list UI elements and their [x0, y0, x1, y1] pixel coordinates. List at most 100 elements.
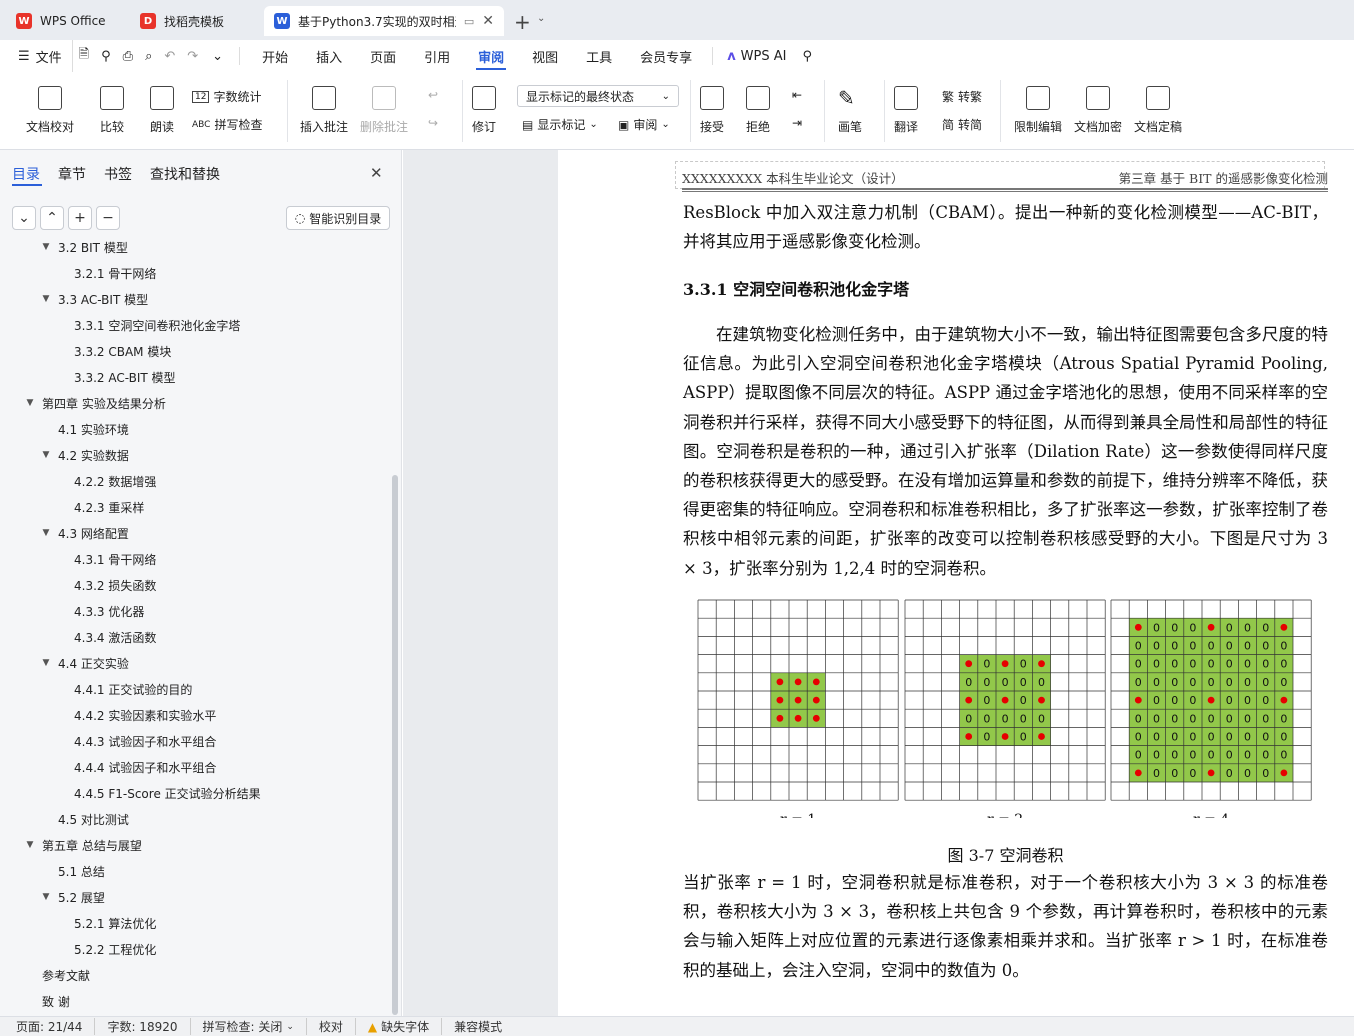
missing-font-status[interactable]: ▲ 缺失字体 [354, 1018, 441, 1035]
collapse-down-icon[interactable]: ⌄ [12, 206, 36, 230]
export-icon[interactable]: ⚲ [95, 40, 117, 72]
menu-tools[interactable]: 工具 [572, 40, 626, 72]
read-aloud-button[interactable]: 朗读 [150, 86, 174, 135]
doc-check-button[interactable]: 文档校对 [26, 86, 74, 135]
print-preview-icon[interactable]: ⌕ [139, 40, 158, 72]
toc-item[interactable]: 4.3.1 骨干网络 [56, 546, 156, 572]
menu-insert[interactable]: 插入 [302, 40, 356, 72]
toc-item[interactable]: ▼ 4.4 正交实验 [40, 650, 129, 676]
toc-item[interactable]: 3.3.1 空洞空间卷积池化金字塔 [56, 312, 240, 338]
restrict-edit-button[interactable]: 限制编辑 [1014, 86, 1062, 135]
word-count-button[interactable]: 12 字数统计 [192, 88, 261, 105]
toc-item[interactable]: ▼ 第五章 总结与展望 [24, 832, 142, 858]
reject-button[interactable]: 拒绝 [746, 86, 770, 135]
toc-item[interactable]: 4.2.2 数据增强 [56, 468, 156, 494]
toc-item[interactable]: 4.1 实验环境 [40, 416, 129, 442]
redo-icon[interactable]: ↷ [181, 40, 204, 72]
menu-page[interactable]: 页面 [356, 40, 410, 72]
show-markup-button[interactable]: ▤ 显示标记 ⌄ [522, 116, 598, 133]
search-icon[interactable]: ⚲ [794, 40, 820, 72]
toc-item[interactable]: ▼ 4.2 实验数据 [40, 442, 129, 468]
translate-button[interactable]: 翻译 [894, 86, 918, 135]
tab-bookmark[interactable]: 书签 [104, 164, 132, 184]
markup-state-select[interactable]: 显示标记的最终状态 ⌄ [517, 85, 679, 107]
expand-caret-icon[interactable]: ▼ [40, 242, 52, 252]
revise-button[interactable]: 修订 [472, 86, 496, 135]
toc-item[interactable]: 4.4.2 实验因素和实验水平 [56, 702, 216, 728]
to-traditional-button[interactable]: 繁 转繁 [942, 88, 982, 105]
monitor-icon[interactable]: ▭ [464, 15, 474, 28]
toc-item[interactable]: ▼ 5.2 展望 [40, 884, 105, 910]
expand-caret-icon[interactable]: ▼ [40, 294, 52, 304]
expand-caret-icon[interactable]: ▼ [40, 450, 52, 460]
menu-home[interactable]: 开始 [248, 40, 302, 72]
expand-caret-icon[interactable]: ▼ [40, 892, 52, 902]
toc-item[interactable]: 3.2.1 骨干网络 [56, 260, 156, 286]
spell-check-status[interactable]: 拼写检查: 关闭 ⌄ [189, 1018, 306, 1035]
toc-item[interactable]: 4.4.3 试验因子和水平组合 [56, 728, 216, 754]
next-comment-icon[interactable]: ↪ [428, 116, 438, 130]
menu-review[interactable]: 审阅 [464, 40, 518, 72]
collapse-up-icon[interactable]: ⌃ [40, 206, 64, 230]
word-count-indicator[interactable]: 字数: 18920 [94, 1018, 189, 1035]
page-indicator[interactable]: 页面: 21/44 [0, 1018, 94, 1035]
remove-heading-icon[interactable]: − [96, 206, 120, 230]
toc-item[interactable]: 3.3.2 AC-BIT 模型 [56, 364, 176, 390]
review-pane-button[interactable]: ▣ 审阅 ⌄ [618, 116, 670, 133]
close-tab-icon[interactable]: ✕ [482, 13, 494, 29]
spell-check-button[interactable]: ABC 拼写检查 [192, 116, 262, 133]
add-heading-icon[interactable]: + [68, 206, 92, 230]
tab-find-replace[interactable]: 查找和替换 [150, 164, 220, 184]
toc-item[interactable]: 致 谢 [24, 988, 70, 1014]
tab-chapter[interactable]: 章节 [58, 164, 86, 184]
toc-item[interactable]: ▼ 3.2 BIT 模型 [40, 238, 128, 260]
prev-comment-icon[interactable]: ↩ [428, 88, 438, 102]
tab-wps-office[interactable]: W WPS Office [6, 6, 124, 36]
toc-item[interactable]: 4.4.5 F1-Score 正交试验分析结果 [56, 780, 261, 806]
toc-item[interactable]: 5.1 总结 [40, 858, 105, 884]
ink-button[interactable]: ✎ 画笔 [838, 86, 862, 135]
smart-toc-button[interactable]: ◌ 智能识别目录 [286, 206, 390, 230]
next-change-icon[interactable]: ⇥ [792, 116, 802, 130]
toc-item[interactable]: 4.3.3 优化器 [56, 598, 144, 624]
toc-item[interactable]: 4.2.3 重采样 [56, 494, 144, 520]
tab-document[interactable]: W 基于Python3.7实现的双时相遥 ▭ ✕ [264, 6, 504, 36]
file-menu[interactable]: ☰ 文件 [0, 40, 72, 72]
new-tab-icon[interactable]: + [514, 10, 531, 34]
toc-item[interactable]: 5.2.2 工程优化 [56, 936, 156, 962]
delete-comment-button[interactable]: 删除批注 [360, 86, 408, 135]
menu-member[interactable]: 会员专享 [626, 40, 706, 72]
toc-item[interactable]: ▼ 4.3 网络配置 [40, 520, 129, 546]
undo-icon[interactable]: ↶ [158, 40, 181, 72]
encrypt-button[interactable]: 文档加密 [1074, 86, 1122, 135]
toc-item[interactable]: 4.4.1 正交试验的目的 [56, 676, 192, 702]
tab-toc[interactable]: 目录 [12, 164, 40, 184]
toc-item[interactable]: 4.3.4 激活函数 [56, 624, 156, 650]
expand-caret-icon[interactable]: ▼ [40, 658, 52, 668]
finalize-button[interactable]: 文档定稿 [1134, 86, 1182, 135]
toc-item[interactable]: 3.3.2 CBAM 模块 [56, 338, 171, 364]
expand-caret-icon[interactable]: ▼ [24, 398, 36, 408]
expand-caret-icon[interactable]: ▼ [24, 840, 36, 850]
menu-reference[interactable]: 引用 [410, 40, 464, 72]
tab-list-chevron-icon[interactable]: ⌄ [537, 13, 545, 24]
close-pane-icon[interactable]: ✕ [370, 164, 383, 182]
compare-button[interactable]: 比较 [100, 86, 124, 135]
toc-item[interactable]: ▼ 3.3 AC-BIT 模型 [40, 286, 149, 312]
wps-ai-button[interactable]: ʌ WPS AI [719, 40, 794, 72]
toc-item[interactable]: 4.4.4 试验因子和水平组合 [56, 754, 216, 780]
tab-template[interactable]: D 找稻壳模板 [130, 6, 260, 36]
toc-item[interactable]: 参考文献 [24, 962, 90, 988]
insert-comment-button[interactable]: 插入批注 [300, 86, 348, 135]
toc-item[interactable]: 4.5 对比测试 [40, 806, 129, 832]
print-icon[interactable]: ⎙ [117, 40, 139, 72]
proof-status[interactable]: 校对 [305, 1018, 355, 1035]
toc-item[interactable]: 4.3.2 损失函数 [56, 572, 156, 598]
expand-caret-icon[interactable]: ▼ [40, 528, 52, 538]
toc-item[interactable]: ▼ 第四章 实验及结果分析 [24, 390, 166, 416]
quick-access-chevron-icon[interactable]: ⌄ [204, 40, 231, 72]
accept-button[interactable]: 接受 [700, 86, 724, 135]
to-simplified-button[interactable]: 简 转简 [942, 116, 982, 133]
toc-item[interactable]: 5.2.1 算法优化 [56, 910, 156, 936]
save-icon[interactable]: 🗎 [71, 40, 95, 72]
